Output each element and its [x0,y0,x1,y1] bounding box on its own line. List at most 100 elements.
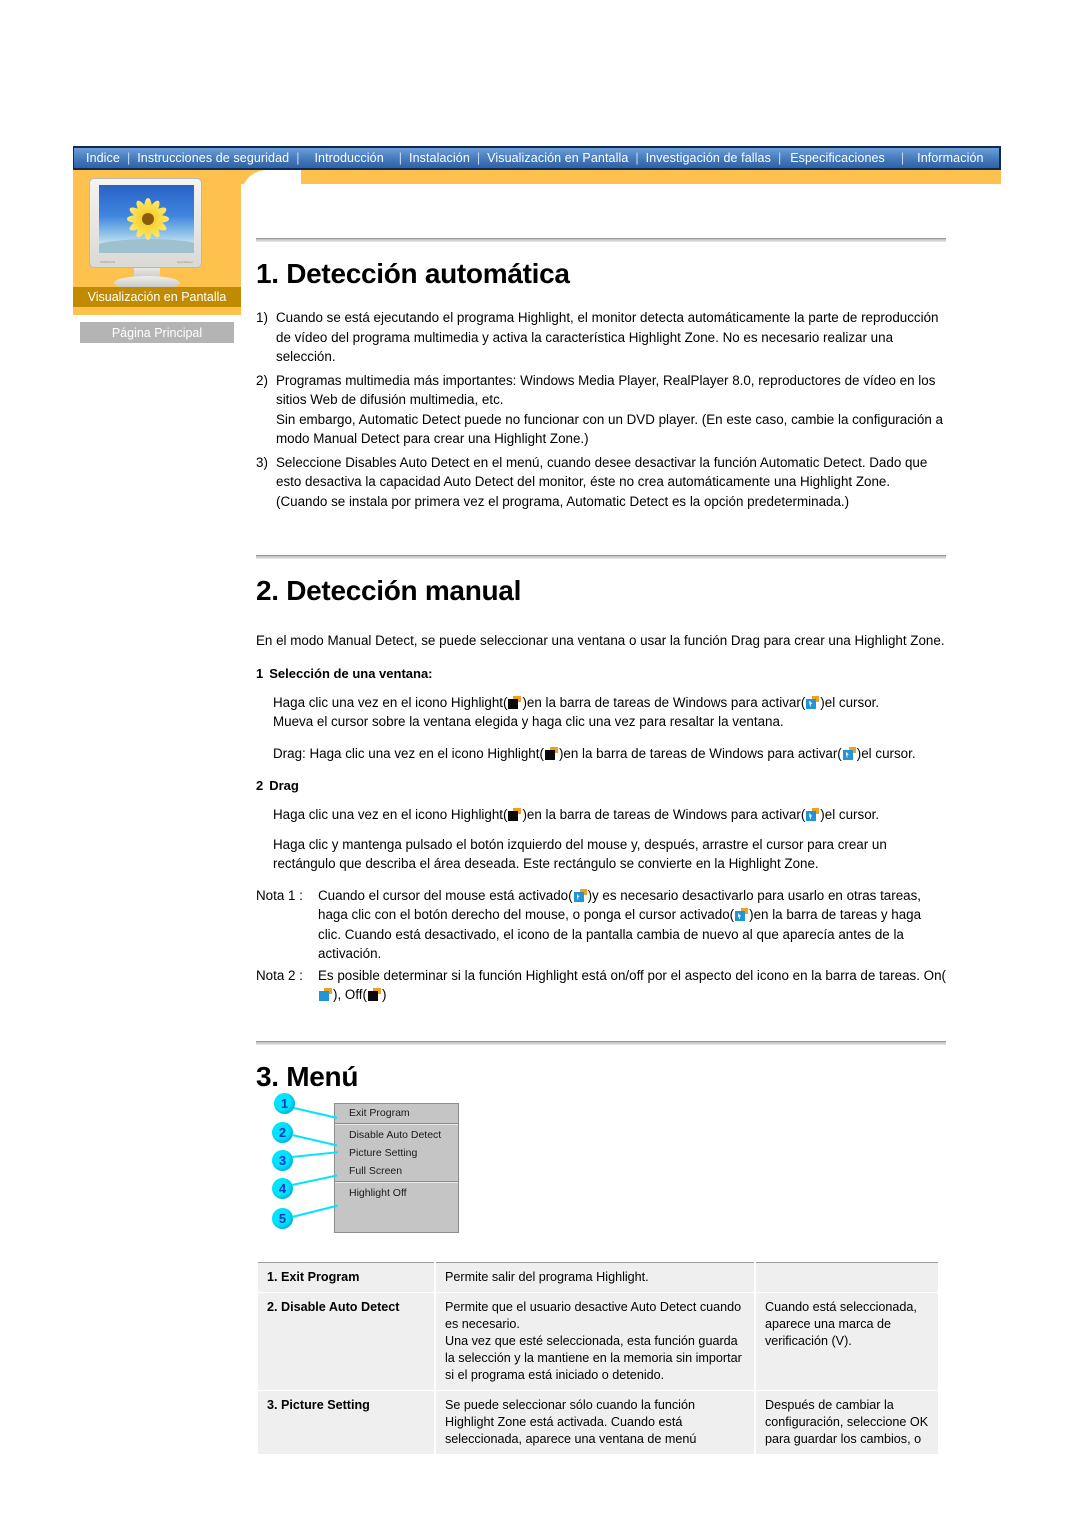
table-cell-note: Cuando está seleccionada, aparece una ma… [755,1292,938,1391]
home-page-button[interactable]: Página Principal [80,322,234,343]
menu-item-full-screen[interactable]: Full Screen [335,1162,458,1180]
callout-4: 4 [272,1178,293,1199]
list-item-main: Seleccione Disables Auto Detect en el me… [276,454,928,490]
table-cell-name: 2. Disable Auto Detect [258,1292,436,1391]
callout-5: 5 [272,1208,293,1229]
text-fragment: Es posible determinar si la función High… [318,967,946,983]
cursor-active-icon [806,695,820,709]
nav-item-introduccion[interactable]: Introducción [300,152,397,165]
subsection-1-paragraph-1: Haga clic una vez en el icono Highlight(… [273,693,946,732]
table-cell-note: Después de cambiar la configuración, sel… [755,1390,938,1455]
sunflower-icon [126,197,170,241]
menu-divider [335,1123,458,1125]
list-item-number: 2) [256,372,268,388]
section-1-title: 1. Detección automática [256,258,570,289]
text-fragment: )en la barra de tareas de Windows para a… [522,694,806,710]
text-fragment: Cuando el cursor del mouse está activado… [318,887,573,903]
nav-separator: | [900,151,905,165]
list-item-text: Cuando se está ejecutando el programa Hi… [276,310,939,364]
highlight-off-icon [508,808,522,821]
menu-item-picture-setting[interactable]: Picture Setting [335,1144,458,1162]
main-navigation-bar: Indice | Instrucciones de seguridad | In… [73,146,1001,170]
text-fragment: )el cursor. [820,694,880,710]
table-cell-description: Permite salir del programa Highlight. [435,1262,756,1293]
note-1-body: Cuando el cursor del mouse está activado… [318,886,946,964]
text-fragment: )en la barra de tareas de Windows para a… [558,745,842,761]
menu-screenshot-figure: Exit Program Disable Auto Detect Picture… [272,1090,472,1250]
list-item: 2) Programas multimedia más importantes:… [256,371,946,449]
header-rounded-corner [241,170,301,214]
cursor-active-icon [842,746,856,760]
subsection-number: 2 [256,778,264,793]
callout-leader-line-3 [291,1151,338,1158]
cursor-active-icon [735,908,749,921]
list-item-extra: (Cuando se instala por primera vez el pr… [276,493,850,509]
subsection-label: Drag [269,778,299,793]
subsection-number: 1 [256,665,264,681]
list-item-extra: Sin embargo, Automatic Detect puede no f… [276,411,943,447]
highlight-off-icon [544,746,558,760]
text-fragment: Haga clic una vez en el icono Highlight( [273,694,508,710]
nav-item-indice[interactable]: Indice [74,152,126,165]
callout-leader-line-4 [291,1174,338,1186]
table-cell-description: Permite que el usuario desactive Auto De… [435,1292,756,1391]
table-row: 3. Picture Setting Se puede seleccionar … [258,1390,938,1455]
menu-divider [335,1181,458,1183]
nav-item-visualizacion-en-pantalla[interactable]: Visualización en Pantalla [481,152,634,165]
text-fragment: Mueva el cursor sobre la ventana elegida… [273,714,784,729]
subsection-1-paragraph-2: Drag: Haga clic una vez en el icono High… [273,744,946,764]
monitor-bezel: SAMSUNG SyncMaster [89,178,202,268]
menu-item-highlight-off[interactable]: Highlight Off [335,1184,458,1202]
menu-item-exit-program[interactable]: Exit Program [335,1104,458,1122]
nav-item-investigacion-de-fallas[interactable]: Investigación de fallas [640,152,777,165]
table-row: 2. Disable Auto Detect Permite que el us… [258,1292,938,1391]
menu-description-table: 1. Exit Program Permite salir del progra… [258,1262,938,1455]
table-cell-description: Se puede seleccionar sólo cuando la func… [435,1390,756,1455]
menu-item-disable-auto-detect[interactable]: Disable Auto Detect [335,1126,458,1144]
callout-leader-line-2 [291,1134,338,1147]
highlight-context-menu: Exit Program Disable Auto Detect Picture… [334,1103,459,1233]
callout-1: 1 [274,1093,295,1114]
monitor-brand-text: SAMSUNG [100,260,116,264]
screen-hill-shape [99,239,194,253]
monitor-product-image: SAMSUNG SyncMaster [82,178,212,291]
callout-3: 3 [272,1150,293,1171]
main-content: 1. Detección automática 1) Cuando se est… [256,238,946,1093]
section-2-title: 2. Detección manual [256,575,522,606]
text-fragment: ) [381,987,387,1002]
subsection-2-heading: 2 Drag [256,778,946,793]
section-1-body: 1) Cuando se está ejecutando el programa… [256,308,946,511]
text-fragment: ), Off( [333,987,367,1002]
callout-leader-line-1 [293,1107,338,1119]
nav-item-informacion[interactable]: Información [905,152,989,165]
section-divider [256,1040,946,1045]
table-cell-note [755,1262,938,1293]
text-fragment: )el cursor. [856,745,916,761]
section-2-intro: En el modo Manual Detect, se puede selec… [256,633,945,648]
sidebar-section-caption: Visualización en Pantalla [73,287,241,307]
header-orange-bar [241,170,1001,184]
list-item: 1) Cuando se está ejecutando el programa… [256,308,946,367]
table-cell-name: 3. Picture Setting [258,1390,436,1455]
highlight-off-icon [508,695,522,709]
subsection-2-paragraph-2: Haga clic y mantenga pulsado el botón iz… [273,836,887,872]
highlight-on-icon [319,988,332,1001]
nav-item-instrucciones-de-seguridad[interactable]: Instrucciones de seguridad [131,152,295,165]
text-fragment: )el cursor. [820,807,880,822]
cursor-active-icon [806,808,820,821]
nav-item-especificaciones[interactable]: Especificaciones [782,152,891,165]
list-item-number: 3) [256,454,268,470]
monitor-screen [99,185,194,253]
text-fragment: Haga clic una vez en el icono Highlight( [273,807,508,822]
text-fragment: )en la barra de tareas de Windows para a… [522,807,806,822]
note-1-label: Nota 1 : [256,887,303,903]
text-fragment: Drag: Haga clic una vez en el icono High… [273,745,544,761]
callout-2: 2 [272,1122,293,1143]
nav-item-instalacion[interactable]: Instalación [403,152,476,165]
highlight-off-icon [367,988,381,1001]
table-row: 1. Exit Program Permite salir del progra… [258,1262,938,1293]
cursor-active-icon [573,888,587,902]
list-item-text: Programas multimedia más importantes: Wi… [276,371,946,449]
note-2-label: Nota 2 : [256,967,303,983]
list-item-main: Programas multimedia más importantes: Wi… [276,372,936,408]
